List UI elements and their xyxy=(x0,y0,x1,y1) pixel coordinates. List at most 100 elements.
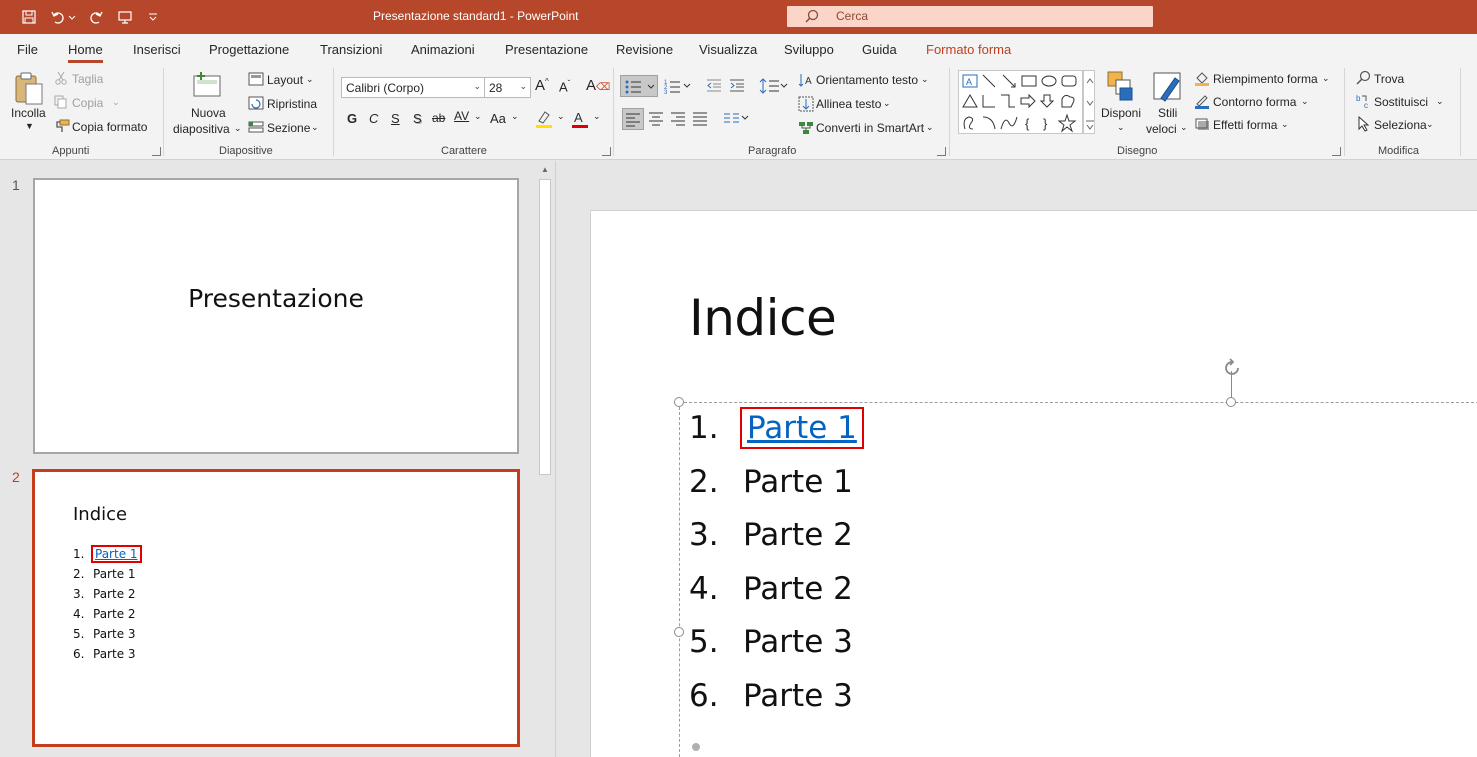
paste-icon[interactable] xyxy=(12,71,46,110)
clear-formatting-icon[interactable]: A⌫ xyxy=(586,77,610,94)
new-slide-label-1[interactable]: Nuova xyxy=(191,106,226,120)
tab-progettazione[interactable]: Progettazione xyxy=(209,42,289,57)
section-button[interactable]: Sezione xyxy=(267,121,310,135)
layout-button[interactable]: Layout xyxy=(267,73,303,87)
align-left-button[interactable] xyxy=(622,108,644,130)
copy-button[interactable]: Copia xyxy=(72,96,103,110)
shapes-gallery-scroll[interactable] xyxy=(1083,70,1095,134)
tab-visualizza[interactable]: Visualizza xyxy=(699,42,757,57)
align-text-button[interactable]: Allinea testo xyxy=(816,97,881,111)
tab-formato-forma[interactable]: Formato forma xyxy=(926,42,1011,57)
char-spacing-dropdown-icon[interactable]: ⌄ xyxy=(474,111,482,122)
shape-effects-dropdown-icon[interactable]: ⌄ xyxy=(1281,119,1289,130)
text-shadow-button[interactable]: S xyxy=(413,111,422,126)
search-input[interactable]: Cerca xyxy=(787,6,1153,27)
tab-guida[interactable]: Guida xyxy=(862,42,897,57)
disegno-dialog-launcher-icon[interactable] xyxy=(1332,147,1341,156)
list-text[interactable]: Parte 2 xyxy=(743,571,853,607)
align-center-icon[interactable] xyxy=(647,109,665,130)
start-slideshow-icon[interactable] xyxy=(115,7,135,27)
underline-button[interactable]: S xyxy=(391,111,400,126)
replace-button[interactable]: Sostituisci xyxy=(1374,95,1428,109)
paragrafo-dialog-launcher-icon[interactable] xyxy=(937,147,946,156)
hyperlink[interactable]: Parte 1 xyxy=(91,545,142,563)
tab-file[interactable]: File xyxy=(17,42,38,57)
find-button[interactable]: Trova xyxy=(1374,72,1404,86)
tab-inserisci[interactable]: Inserisci xyxy=(133,42,181,57)
shapes-gallery[interactable]: A { } xyxy=(958,70,1083,134)
font-color-dropdown-icon[interactable]: ⌄ xyxy=(593,111,601,122)
undo-dropdown-icon[interactable] xyxy=(66,7,78,27)
quick-styles-icon[interactable] xyxy=(1151,70,1185,107)
slide-thumbnail-1[interactable]: Presentazione xyxy=(33,178,519,454)
font-size-select[interactable]: 28 ⌄ xyxy=(484,77,531,98)
customize-toolbar-icon[interactable] xyxy=(145,7,161,27)
line-spacing-icon[interactable] xyxy=(759,77,789,98)
text-direction-button[interactable]: Orientamento testo xyxy=(816,73,918,87)
thumbnails-scrollbar[interactable]: ▲ xyxy=(537,161,553,757)
new-slide-label-2[interactable]: diapositiva xyxy=(173,122,230,136)
change-case-button[interactable]: Aa xyxy=(490,111,506,126)
resize-handle-left[interactable] xyxy=(674,627,684,637)
hyperlink[interactable]: Parte 1 xyxy=(740,407,864,449)
shape-fill-button[interactable]: Riempimento forma xyxy=(1213,72,1318,86)
new-slide-dropdown-icon[interactable]: ⌄ xyxy=(234,123,242,134)
tab-presentazione[interactable]: Presentazione xyxy=(505,42,588,57)
bold-button[interactable]: G xyxy=(347,111,357,126)
redo-icon[interactable] xyxy=(86,7,106,27)
tab-animazioni[interactable]: Animazioni xyxy=(411,42,475,57)
appunti-dialog-launcher-icon[interactable] xyxy=(152,147,161,156)
bullets-button[interactable] xyxy=(620,75,658,97)
copy-dropdown-icon[interactable]: ⌄ xyxy=(112,97,120,108)
tab-home[interactable]: Home xyxy=(68,42,103,63)
shape-outline-dropdown-icon[interactable]: ⌄ xyxy=(1301,96,1309,107)
cut-button[interactable]: Taglia xyxy=(72,72,103,86)
highlight-color-icon[interactable] xyxy=(535,109,553,132)
select-dropdown-icon[interactable]: ⌄ xyxy=(1426,119,1434,130)
list-text[interactable]: Parte 2 xyxy=(743,517,853,553)
scrollbar-thumb[interactable] xyxy=(539,179,551,475)
slide-thumbnail-2[interactable]: Indice 1. Parte 1 2. Parte 1 3. Parte 2 4. P… xyxy=(32,469,520,747)
reset-button[interactable]: Ripristina xyxy=(267,97,317,111)
resize-handle-top-left[interactable] xyxy=(674,397,684,407)
carattere-dialog-launcher-icon[interactable] xyxy=(602,147,611,156)
italic-button[interactable]: C xyxy=(369,111,378,126)
align-text-dropdown-icon[interactable]: ⌄ xyxy=(883,98,891,109)
justify-icon[interactable] xyxy=(691,109,709,130)
decrease-indent-icon[interactable] xyxy=(706,78,722,95)
scroll-up-icon[interactable]: ▲ xyxy=(541,165,549,174)
arrange-dropdown-icon[interactable]: ⌄ xyxy=(1117,122,1125,133)
list-text[interactable]: Parte 1 xyxy=(743,464,853,500)
replace-dropdown-icon[interactable]: ⌄ xyxy=(1436,96,1444,107)
new-slide-icon[interactable] xyxy=(191,70,225,103)
shape-fill-dropdown-icon[interactable]: ⌄ xyxy=(1322,73,1330,84)
list-text[interactable]: Parte 3 xyxy=(743,678,853,714)
numbering-icon[interactable]: 123 xyxy=(663,77,693,98)
convert-smartart-button[interactable]: Converti in SmartArt xyxy=(816,121,924,135)
arrange-icon[interactable] xyxy=(1106,70,1136,105)
section-dropdown-icon[interactable]: ⌄ xyxy=(311,122,319,133)
save-icon[interactable] xyxy=(19,7,39,27)
paste-button[interactable]: Incolla xyxy=(11,106,46,120)
slide-canvas[interactable]: Indice 1. Parte 1 2. Parte 1 3. Parte 2 4. P… xyxy=(590,210,1477,757)
tab-transizioni[interactable]: Transizioni xyxy=(320,42,382,57)
select-button[interactable]: Seleziona xyxy=(1374,118,1427,132)
tab-revisione[interactable]: Revisione xyxy=(616,42,673,57)
font-family-select[interactable]: Calibri (Corpo) ⌄ xyxy=(341,77,485,98)
shape-effects-button[interactable]: Effetti forma xyxy=(1213,118,1277,132)
shape-outline-button[interactable]: Contorno forma xyxy=(1213,95,1296,109)
change-case-dropdown-icon[interactable]: ⌄ xyxy=(511,111,519,122)
tab-sviluppo[interactable]: Sviluppo xyxy=(784,42,834,57)
quick-styles-dropdown-icon[interactable]: ⌄ xyxy=(1180,122,1188,133)
list-text[interactable]: Parte 3 xyxy=(743,624,853,660)
grow-font-icon[interactable]: A^ xyxy=(535,77,549,94)
undo-icon[interactable] xyxy=(48,7,68,27)
arrange-button[interactable]: Disponi xyxy=(1101,106,1141,120)
shrink-font-icon[interactable]: Aˇ xyxy=(559,79,570,94)
char-spacing-button[interactable]: AV xyxy=(454,109,469,123)
increase-indent-icon[interactable] xyxy=(729,78,745,95)
layout-dropdown-icon[interactable]: ⌄ xyxy=(306,74,314,85)
strikethrough-button[interactable]: ab xyxy=(432,111,445,125)
quick-styles-label-2[interactable]: veloci xyxy=(1146,122,1177,136)
text-direction-dropdown-icon[interactable]: ⌄ xyxy=(921,74,929,85)
